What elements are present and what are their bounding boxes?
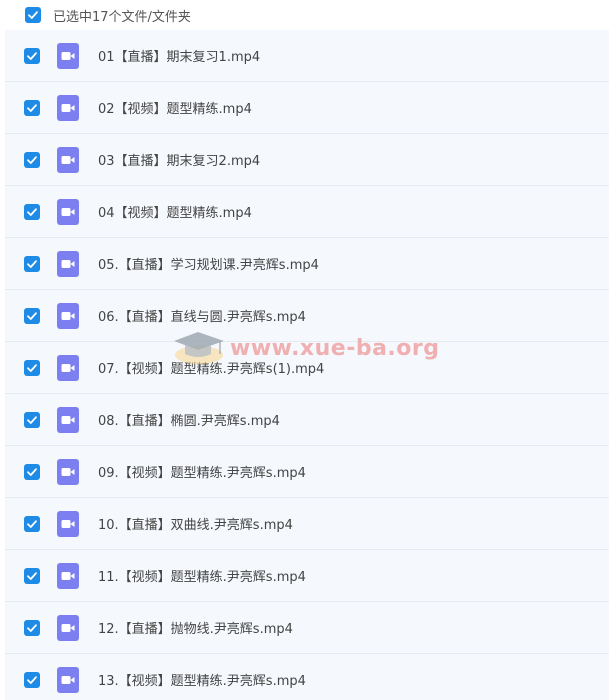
- file-row[interactable]: 01【直播】期末复习1.mp4: [5, 30, 609, 82]
- file-name[interactable]: 09.【视频】题型精练.尹亮辉s.mp4: [98, 462, 306, 481]
- selection-header: 已选中17个文件/文件夹: [0, 0, 609, 30]
- file-name[interactable]: 03【直播】期末复习2.mp4: [98, 150, 260, 169]
- file-name[interactable]: 13.【视频】题型精练.尹亮辉s.mp4: [98, 670, 306, 689]
- checkmark-icon: [27, 675, 37, 684]
- file-name[interactable]: 08.【直播】椭圆.尹亮辉s.mp4: [98, 410, 280, 429]
- video-file-icon: [57, 94, 79, 121]
- video-camera-icon: [61, 155, 75, 164]
- file-name[interactable]: 05.【直播】学习规划课.尹亮辉s.mp4: [98, 254, 319, 273]
- file-checkbox[interactable]: [24, 463, 40, 480]
- checkmark-icon: [27, 363, 37, 372]
- checkmark-icon: [27, 623, 37, 632]
- video-camera-icon: [61, 363, 75, 372]
- checkmark-icon: [28, 11, 38, 19]
- file-checkbox[interactable]: [24, 671, 40, 688]
- video-file-icon: [57, 146, 79, 173]
- video-file-icon: [57, 406, 79, 433]
- file-row[interactable]: 03【直播】期末复习2.mp4: [5, 134, 609, 186]
- file-checkbox[interactable]: [24, 515, 40, 532]
- file-row[interactable]: 10.【直播】双曲线.尹亮辉s.mp4: [5, 498, 609, 550]
- video-file-icon: [57, 458, 79, 485]
- video-camera-icon: [61, 675, 75, 684]
- video-file-icon: [57, 614, 79, 641]
- file-row[interactable]: 11.【视频】题型精练.尹亮辉s.mp4: [5, 550, 609, 602]
- file-row[interactable]: 06.【直播】直线与圆.尹亮辉s.mp4: [5, 290, 609, 342]
- video-file-icon: [57, 198, 79, 225]
- video-camera-icon: [61, 519, 75, 528]
- checkmark-icon: [27, 519, 37, 528]
- file-name[interactable]: 12.【直播】抛物线.尹亮辉s.mp4: [98, 618, 293, 637]
- file-name[interactable]: 01【直播】期末复习1.mp4: [98, 46, 260, 65]
- file-name[interactable]: 11.【视频】题型精练.尹亮辉s.mp4: [98, 566, 306, 585]
- file-checkbox[interactable]: [24, 47, 40, 64]
- file-checkbox[interactable]: [24, 151, 40, 168]
- checkmark-icon: [27, 259, 37, 268]
- video-camera-icon: [61, 207, 75, 216]
- file-name[interactable]: 07.【视频】题型精练.尹亮辉s(1).mp4: [98, 358, 324, 377]
- file-row[interactable]: 05.【直播】学习规划课.尹亮辉s.mp4: [5, 238, 609, 290]
- file-checkbox[interactable]: [24, 255, 40, 272]
- file-checkbox[interactable]: [24, 359, 40, 376]
- file-checkbox[interactable]: [24, 99, 40, 116]
- video-file-icon: [57, 42, 79, 69]
- checkmark-icon: [27, 51, 37, 60]
- selection-count-text: 已选中17个文件/文件夹: [53, 9, 191, 25]
- video-camera-icon: [61, 103, 75, 112]
- video-file-icon: [57, 666, 79, 693]
- video-file-icon: [57, 354, 79, 381]
- file-checkbox[interactable]: [24, 411, 40, 428]
- video-camera-icon: [61, 311, 75, 320]
- video-file-icon: [57, 562, 79, 589]
- file-row[interactable]: 09.【视频】题型精练.尹亮辉s.mp4: [5, 446, 609, 498]
- checkmark-icon: [27, 103, 37, 112]
- file-row[interactable]: 13.【视频】题型精练.尹亮辉s.mp4: [5, 654, 609, 700]
- file-name[interactable]: 06.【直播】直线与圆.尹亮辉s.mp4: [98, 306, 306, 325]
- file-checkbox[interactable]: [24, 619, 40, 636]
- file-checkbox[interactable]: [24, 567, 40, 584]
- file-selection-page: 已选中17个文件/文件夹 01【直播】期末复习1.mp4 02【视频】题型精练.m…: [0, 0, 609, 700]
- file-row[interactable]: 04【视频】题型精练.mp4: [5, 186, 609, 238]
- file-name[interactable]: 02【视频】题型精练.mp4: [98, 98, 252, 117]
- video-camera-icon: [61, 467, 75, 476]
- file-row[interactable]: 12.【直播】抛物线.尹亮辉s.mp4: [5, 602, 609, 654]
- checkmark-icon: [27, 467, 37, 476]
- checkmark-icon: [27, 415, 37, 424]
- video-camera-icon: [61, 259, 75, 268]
- file-list: 01【直播】期末复习1.mp4 02【视频】题型精练.mp4 03【直播】期末复习2…: [5, 30, 609, 700]
- file-row[interactable]: 02【视频】题型精练.mp4: [5, 82, 609, 134]
- video-camera-icon: [61, 571, 75, 580]
- file-row[interactable]: 08.【直播】椭圆.尹亮辉s.mp4: [5, 394, 609, 446]
- checkmark-icon: [27, 155, 37, 164]
- checkmark-icon: [27, 207, 37, 216]
- video-camera-icon: [61, 415, 75, 424]
- video-camera-icon: [61, 623, 75, 632]
- file-name[interactable]: 04【视频】题型精练.mp4: [98, 202, 252, 221]
- file-checkbox[interactable]: [24, 307, 40, 324]
- file-row[interactable]: 07.【视频】题型精练.尹亮辉s(1).mp4: [5, 342, 609, 394]
- checkmark-icon: [27, 571, 37, 580]
- video-file-icon: [57, 510, 79, 537]
- file-name[interactable]: 10.【直播】双曲线.尹亮辉s.mp4: [98, 514, 293, 533]
- video-file-icon: [57, 250, 79, 277]
- select-all-checkbox[interactable]: [25, 7, 41, 23]
- checkmark-icon: [27, 311, 37, 320]
- file-checkbox[interactable]: [24, 203, 40, 220]
- video-file-icon: [57, 302, 79, 329]
- video-camera-icon: [61, 51, 75, 60]
